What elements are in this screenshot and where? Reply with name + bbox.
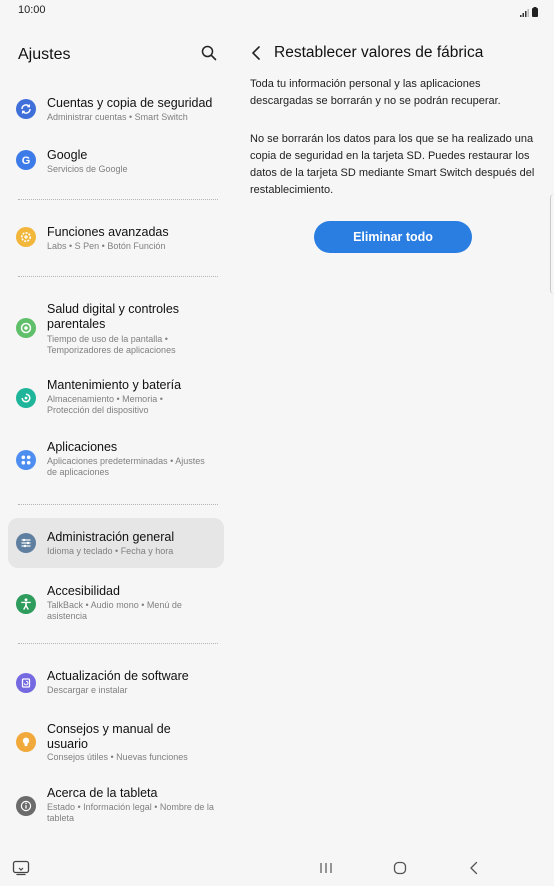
scroll-handle[interactable] — [550, 194, 554, 294]
settings-item-software-update[interactable]: Actualización de software Descargar e in… — [8, 659, 224, 705]
settings-item-general-management[interactable]: Administración general Idioma y teclado … — [8, 518, 224, 568]
digital-wellbeing-icon — [16, 318, 36, 338]
settings-item-subtitle: Administrar cuentas • Smart Switch — [47, 112, 188, 122]
device-care-icon — [16, 388, 36, 408]
settings-list-panel: Ajustes Cuentas y copia de seguridad Adm… — [0, 22, 232, 852]
navigation-bar — [0, 852, 554, 886]
status-icons — [520, 4, 538, 22]
settings-item-accounts[interactable]: Cuentas y copia de seguridad Administrar… — [8, 84, 224, 128]
home-button[interactable] — [392, 860, 408, 876]
gear-plus-icon — [16, 227, 36, 247]
recents-button[interactable] — [318, 860, 334, 876]
svg-text:G: G — [22, 155, 31, 167]
taskbar-button[interactable] — [12, 860, 30, 876]
settings-item-title: Acerca de la tableta — [47, 786, 158, 800]
settings-item-title: Consejos y manual de usuario — [47, 722, 171, 751]
settings-item-title: Mantenimiento y batería — [47, 378, 182, 392]
page-title: Ajustes — [18, 46, 71, 63]
info-paragraph: No se borrarán los datos para los que se… — [250, 133, 535, 196]
search-button[interactable] — [200, 44, 218, 62]
settings-item-title: Cuentas y copia de seguridad — [47, 96, 213, 110]
accessibility-icon — [16, 594, 36, 614]
divider — [18, 504, 218, 505]
sliders-icon — [16, 533, 36, 553]
settings-item-title: Administración general — [47, 530, 175, 544]
settings-item-subtitle: Estado • Información legal • Nombre de l… — [47, 802, 214, 823]
status-time: 10:00 — [18, 4, 46, 16]
settings-item-apps[interactable]: Aplicaciones Aplicaciones predeterminada… — [8, 434, 224, 486]
settings-item-title: Salud digital y controles parentales — [47, 302, 180, 331]
settings-item-advanced-features[interactable]: Funciones avanzadas Labs • S Pen • Botón… — [8, 213, 224, 257]
settings-item-title: Actualización de software — [47, 669, 189, 683]
info-icon — [16, 796, 36, 816]
settings-item-subtitle: Tiempo de uso de la pantalla • Temporiza… — [47, 334, 176, 355]
status-bar: 10:00 — [0, 0, 554, 22]
settings-item-subtitle: Almacenamiento • Memoria • Protección de… — [47, 394, 163, 415]
divider — [18, 276, 218, 277]
back-arrow-icon — [252, 46, 260, 60]
settings-item-subtitle: Labs • S Pen • Botón Función — [47, 241, 166, 251]
home-icon — [393, 861, 407, 875]
divider — [18, 643, 218, 644]
settings-item-title: Google — [47, 148, 88, 162]
nav-back-button[interactable] — [466, 860, 482, 876]
back-button[interactable] — [248, 44, 264, 62]
search-icon — [201, 45, 217, 61]
recents-icon — [320, 863, 332, 873]
settings-item-google[interactable]: G Google Servicios de Google — [8, 136, 224, 180]
settings-item-device-care[interactable]: Mantenimiento y batería Almacenamiento •… — [8, 372, 224, 424]
settings-item-subtitle: Idioma y teclado • Fecha y hora — [47, 546, 174, 556]
settings-item-accessibility[interactable]: Accesibilidad TalkBack • Audio mono • Me… — [8, 578, 224, 630]
google-icon: G — [16, 150, 36, 170]
settings-item-subtitle: Descargar e instalar — [47, 685, 128, 695]
settings-item-tips[interactable]: Consejos y manual de usuario Consejos út… — [8, 716, 224, 772]
battery-icon — [532, 4, 538, 22]
tips-icon — [16, 732, 36, 752]
back-icon — [470, 861, 478, 875]
settings-item-digital-wellbeing[interactable]: Salud digital y controles parentales Tie… — [8, 292, 224, 360]
settings-item-title: Aplicaciones — [47, 440, 118, 454]
taskbar-icon — [12, 860, 30, 876]
settings-item-title: Funciones avanzadas — [47, 225, 169, 239]
settings-item-title: Accesibilidad — [47, 584, 120, 598]
page-title: Restablecer valores de fábrica — [274, 44, 484, 61]
settings-item-subtitle: Consejos útiles • Nuevas funciones — [47, 752, 188, 762]
settings-item-about-tablet[interactable]: Acerca de la tableta Estado • Informació… — [8, 782, 224, 832]
software-update-icon — [16, 673, 36, 693]
settings-item-subtitle: Aplicaciones predeterminadas • Ajustes d… — [47, 456, 205, 477]
apps-icon — [16, 450, 36, 470]
signal-icon — [520, 4, 529, 22]
erase-all-button[interactable]: Eliminar todo — [314, 221, 472, 253]
settings-item-subtitle: Servicios de Google — [47, 164, 128, 174]
settings-item-subtitle: TalkBack • Audio mono • Menú de asistenc… — [47, 600, 182, 621]
info-paragraph: Toda tu información personal y las aplic… — [250, 78, 501, 107]
sync-icon — [16, 99, 36, 119]
factory-reset-panel: Restablecer valores de fábrica Toda tu i… — [232, 22, 554, 852]
divider — [18, 199, 218, 200]
